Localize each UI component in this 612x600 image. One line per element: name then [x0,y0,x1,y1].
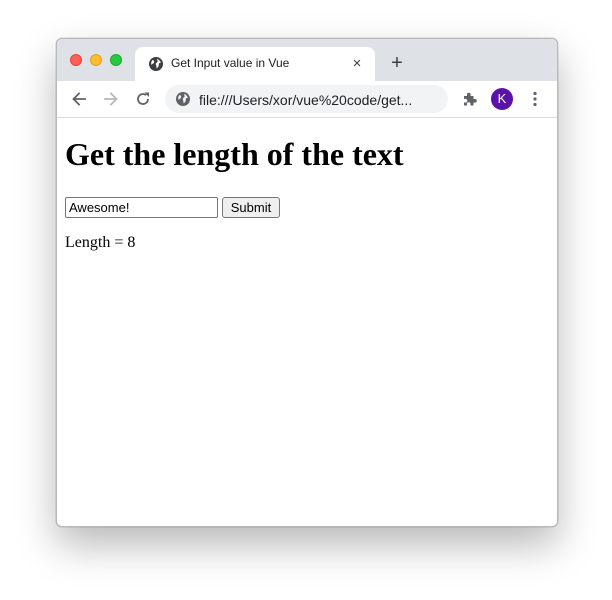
address-bar[interactable]: file:///Users/xor/vue%20code/get... [165,85,448,113]
tab-strip: Get Input value in Vue × + [57,39,557,81]
globe-icon[interactable] [175,91,191,107]
kebab-menu-icon[interactable] [526,90,544,108]
window-close-button[interactable] [70,54,82,66]
tab-active[interactable]: Get Input value in Vue × [135,47,375,81]
page-content: Get the length of the text Submit Length… [57,118,557,526]
length-result: Length = 8 [65,234,136,251]
browser-toolbar: file:///Users/xor/vue%20code/get... K [57,81,557,118]
reload-icon[interactable] [133,89,153,109]
browser-window: Get Input value in Vue × + file:///Users… [56,38,558,527]
address-url[interactable]: file:///Users/xor/vue%20code/get... [199,92,412,108]
arrow-left-icon[interactable] [69,89,89,109]
tab-close-icon[interactable]: × [349,56,365,72]
tab-title: Get Input value in Vue [171,56,290,70]
new-tab-button[interactable]: + [387,53,407,73]
window-minimize-button[interactable] [90,54,102,66]
profile-avatar[interactable]: K [491,88,513,110]
page-title: Get the length of the text [65,136,404,172]
arrow-right-icon[interactable] [101,89,121,109]
text-input[interactable] [65,197,218,218]
window-maximize-button[interactable] [110,54,122,66]
puzzle-icon[interactable] [461,90,479,108]
submit-button[interactable]: Submit [222,197,280,218]
globe-icon [148,56,164,72]
